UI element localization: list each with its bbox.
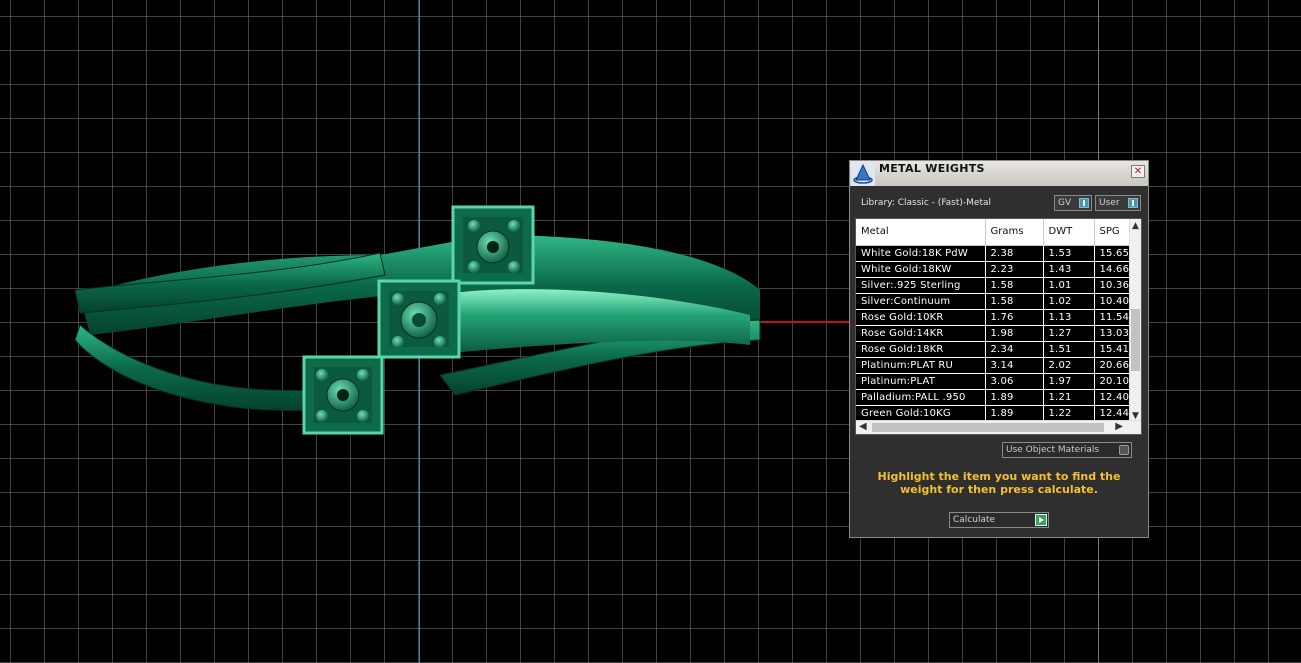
stone-setting-bottom [302, 355, 384, 435]
horizontal-scroll-thumb[interactable] [872, 423, 1104, 432]
column-header-dwt[interactable]: DWT [1043, 219, 1095, 246]
table-header-row: Metal Grams DWT SPG [856, 219, 1135, 246]
dwt-cell: 1.21 [1043, 389, 1095, 406]
table-row[interactable]: Rose Gold:14KR 1.98 1.27 13.03 [856, 325, 1135, 342]
user-toggle-label: User [1099, 198, 1120, 208]
spg-cell: 13.03 [1094, 325, 1135, 342]
table-row[interactable]: Silver:.925 Sterling 1.58 1.01 10.36 [856, 277, 1135, 294]
toggle-knob-icon [1079, 198, 1089, 208]
dwt-cell: 1.97 [1043, 373, 1095, 390]
dwt-cell: 1.02 [1043, 293, 1095, 310]
metal-cell: Platinum:PLAT [856, 373, 986, 390]
spg-cell: 15.65 [1094, 245, 1135, 262]
metal-table: Metal Grams DWT SPG White Gold:18K PdW 2.… [856, 219, 1135, 422]
table-row[interactable]: Rose Gold:18KR 2.34 1.51 15.41 [856, 341, 1135, 358]
spg-cell: 12.44 [1094, 405, 1135, 422]
dwt-cell: 1.22 [1043, 405, 1095, 422]
metal-cell: Palladium:PALL .950 [856, 389, 986, 406]
dwt-cell: 1.01 [1043, 277, 1095, 294]
spg-cell: 12.40 [1094, 389, 1135, 406]
table-row[interactable]: Platinum:PLAT 3.06 1.97 20.10 [856, 373, 1135, 390]
spg-cell: 20.66 [1094, 357, 1135, 374]
calculate-button[interactable]: Calculate [949, 512, 1049, 528]
metal-cell: Rose Gold:18KR [856, 341, 986, 358]
dialog-title: METAL WEIGHTS [879, 162, 985, 175]
grams-cell: 2.23 [985, 261, 1044, 278]
scroll-up-icon[interactable]: ▲ [1132, 221, 1139, 231]
table-row[interactable]: Platinum:PLAT RU 3.14 2.02 20.66 [856, 357, 1135, 374]
grams-cell: 1.58 [985, 293, 1044, 310]
checkbox-icon[interactable] [1119, 445, 1129, 455]
play-icon [1035, 514, 1047, 526]
grams-cell: 2.34 [985, 341, 1044, 358]
toggle-knob-icon [1128, 198, 1138, 208]
table-row[interactable]: Silver:Continuum 1.58 1.02 10.40 [856, 293, 1135, 310]
grams-cell: 1.76 [985, 309, 1044, 326]
stone-setting-middle [377, 279, 461, 359]
metal-cell: Silver:.925 Sterling [856, 277, 986, 294]
metal-cell: White Gold:18KW [856, 261, 986, 278]
spg-cell: 10.40 [1094, 293, 1135, 310]
table-row[interactable]: Palladium:PALL .950 1.89 1.21 12.40 [856, 389, 1135, 406]
grams-cell: 1.89 [985, 389, 1044, 406]
dwt-cell: 1.13 [1043, 309, 1095, 326]
grams-cell: 2.38 [985, 245, 1044, 262]
dwt-cell: 1.53 [1043, 245, 1095, 262]
vertical-scroll-thumb[interactable] [1131, 309, 1140, 371]
table-row[interactable]: White Gold:18KW 2.23 1.43 14.66 [856, 261, 1135, 278]
vertical-scrollbar[interactable]: ▲ ▼ [1129, 219, 1141, 422]
grams-cell: 3.06 [985, 373, 1044, 390]
metal-cell: Green Gold:10KG [856, 405, 986, 422]
ring-tube-lower [74, 324, 311, 411]
table-row[interactable]: White Gold:18K PdW 2.38 1.53 15.65 [856, 245, 1135, 262]
grams-cell: 1.98 [985, 325, 1044, 342]
metal-cell: Rose Gold:10KR [856, 309, 986, 326]
stone-setting-top [451, 205, 535, 285]
table-row[interactable]: Green Gold:10KG 1.89 1.22 12.44 [856, 405, 1135, 422]
table-row[interactable]: Rose Gold:10KR 1.76 1.13 11.54 [856, 309, 1135, 326]
column-header-metal[interactable]: Metal [856, 219, 986, 246]
metal-cell: White Gold:18K PdW [856, 245, 986, 262]
use-object-materials-toggle[interactable]: Use Object Materials [1002, 442, 1132, 458]
scroll-right-icon[interactable]: ▶ [1115, 421, 1123, 432]
library-label: Library: Classic - (Fast)-Metal [861, 198, 992, 208]
instruction-text: Highlight the item you want to find the … [877, 470, 1121, 496]
dwt-cell: 1.51 [1043, 341, 1095, 358]
ring-model[interactable] [60, 195, 780, 445]
calculate-label: Calculate [953, 515, 996, 525]
metal-weights-dialog: METAL WEIGHTS ✕ Library: Classic - (Fast… [849, 160, 1149, 538]
column-header-grams[interactable]: Grams [985, 219, 1044, 246]
gv-toggle-label: GV [1058, 198, 1072, 208]
horizontal-scrollbar[interactable]: ◀ ▶ [856, 420, 1141, 434]
spg-cell: 14.66 [1094, 261, 1135, 278]
metal-cell: Silver:Continuum [856, 293, 986, 310]
metal-table-container[interactable]: Metal Grams DWT SPG White Gold:18K PdW 2.… [855, 218, 1142, 435]
dwt-cell: 1.27 [1043, 325, 1095, 342]
grams-cell: 1.58 [985, 277, 1044, 294]
scroll-left-icon[interactable]: ◀ [859, 421, 867, 432]
grams-cell: 3.14 [985, 357, 1044, 374]
dwt-cell: 1.43 [1043, 261, 1095, 278]
grams-cell: 1.89 [985, 405, 1044, 422]
rhino-app-icon [851, 162, 875, 186]
column-header-spg[interactable]: SPG [1094, 219, 1135, 246]
spg-cell: 11.54 [1094, 309, 1135, 326]
user-toggle[interactable]: User [1095, 195, 1141, 211]
spg-cell: 15.41 [1094, 341, 1135, 358]
gv-toggle[interactable]: GV [1054, 195, 1092, 211]
use-object-materials-label: Use Object Materials [1006, 445, 1100, 455]
spg-cell: 20.10 [1094, 373, 1135, 390]
spg-cell: 10.36 [1094, 277, 1135, 294]
metal-cell: Rose Gold:14KR [856, 325, 986, 342]
dialog-titlebar[interactable]: METAL WEIGHTS ✕ [850, 161, 1148, 186]
metal-cell: Platinum:PLAT RU [856, 357, 986, 374]
dwt-cell: 2.02 [1043, 357, 1095, 374]
close-icon[interactable]: ✕ [1131, 165, 1145, 178]
